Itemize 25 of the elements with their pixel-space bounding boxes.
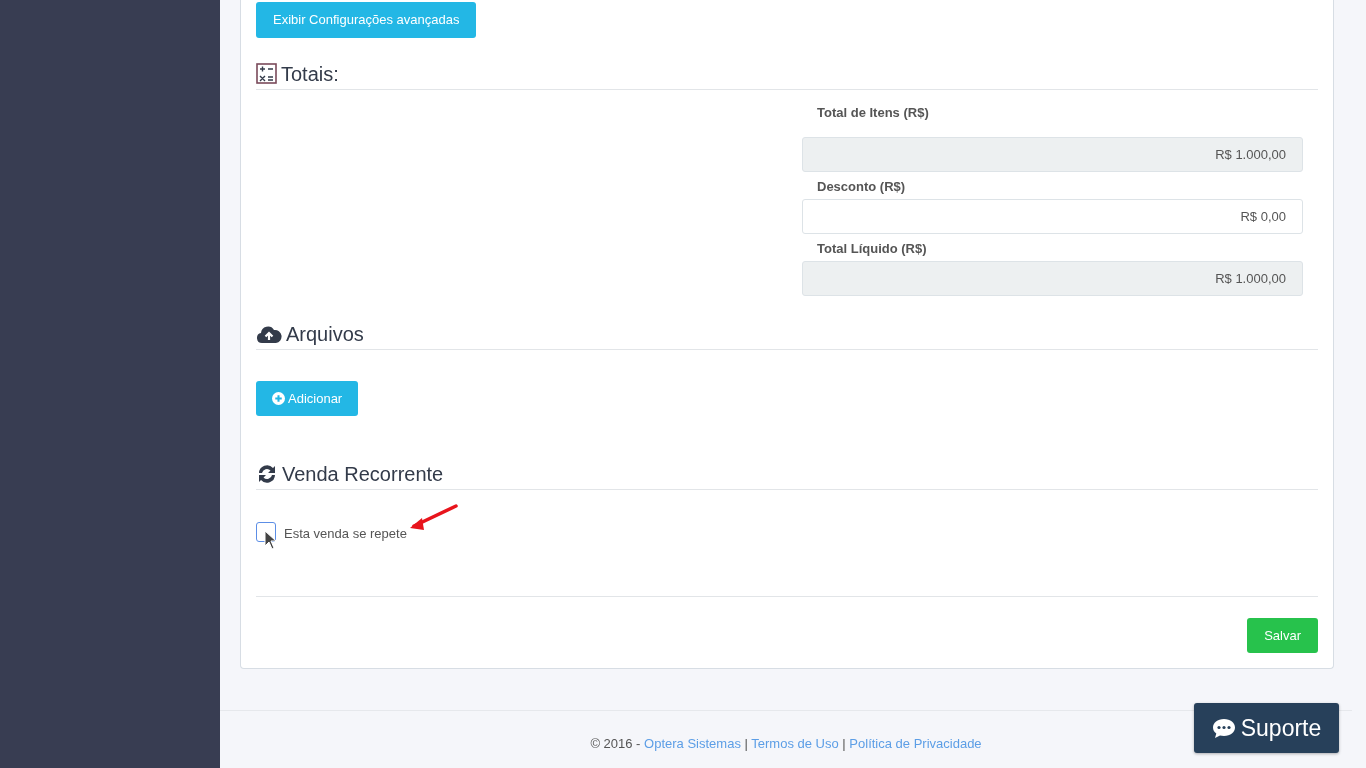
footer-link[interactable]: Termos de Uso bbox=[751, 736, 839, 751]
plus-icon bbox=[272, 391, 285, 405]
chat-bubble-icon bbox=[1211, 717, 1236, 739]
footer-link[interactable]: Optera Sistemas bbox=[644, 736, 741, 751]
amount-field[interactable]: R$ 0,00 bbox=[802, 198, 1303, 234]
field-label: Total de Itens (R$) bbox=[816, 103, 930, 122]
calculator-icon bbox=[256, 63, 277, 84]
add-button[interactable]: Adicionar bbox=[256, 380, 359, 416]
section-title: Venda Recorrente bbox=[282, 462, 444, 486]
save-button[interactable]: Salvar bbox=[1247, 617, 1318, 653]
separator-text: | bbox=[744, 736, 748, 751]
refresh-icon bbox=[256, 463, 278, 485]
field-label: Total Líquido (R$) bbox=[816, 239, 928, 258]
amount-field[interactable]: R$ 1.000,00 bbox=[802, 136, 1303, 172]
section-title: Totais: bbox=[281, 61, 339, 86]
advanced-settings-button[interactable]: Exibir Configurações avançadas bbox=[256, 2, 477, 38]
field-label: Desconto (R$) bbox=[816, 177, 907, 196]
support-button[interactable]: Suporte bbox=[1194, 703, 1339, 753]
annotation-arrow bbox=[408, 504, 458, 532]
separator-text: | bbox=[842, 736, 846, 751]
amount-field[interactable]: R$ 1.000,00 bbox=[802, 260, 1303, 296]
copyright-text: © 2016 - bbox=[590, 736, 641, 751]
checkbox-label: Esta venda se repete bbox=[284, 525, 407, 543]
footer-link[interactable]: Política de Privacidade bbox=[849, 736, 982, 751]
section-title: Arquivos bbox=[286, 321, 364, 346]
